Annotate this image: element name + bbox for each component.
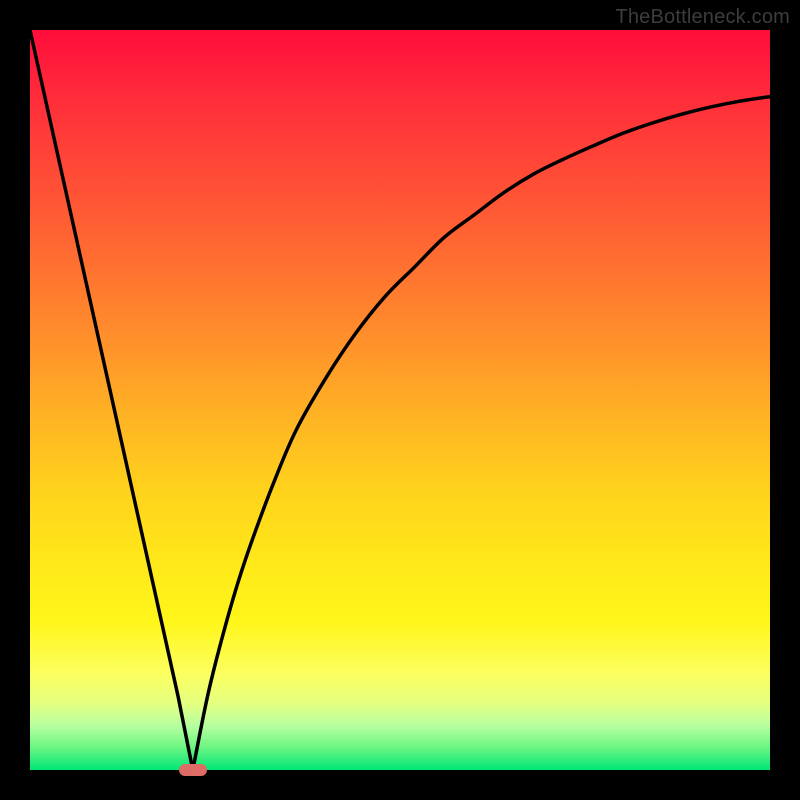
plot-area [30, 30, 770, 770]
watermark-text: TheBottleneck.com [615, 6, 790, 29]
outer-frame: TheBottleneck.com [0, 0, 800, 800]
left-branch-curve [30, 30, 193, 770]
minimum-marker [179, 764, 207, 776]
right-branch-curve [193, 97, 770, 770]
curve-layer [30, 30, 770, 770]
